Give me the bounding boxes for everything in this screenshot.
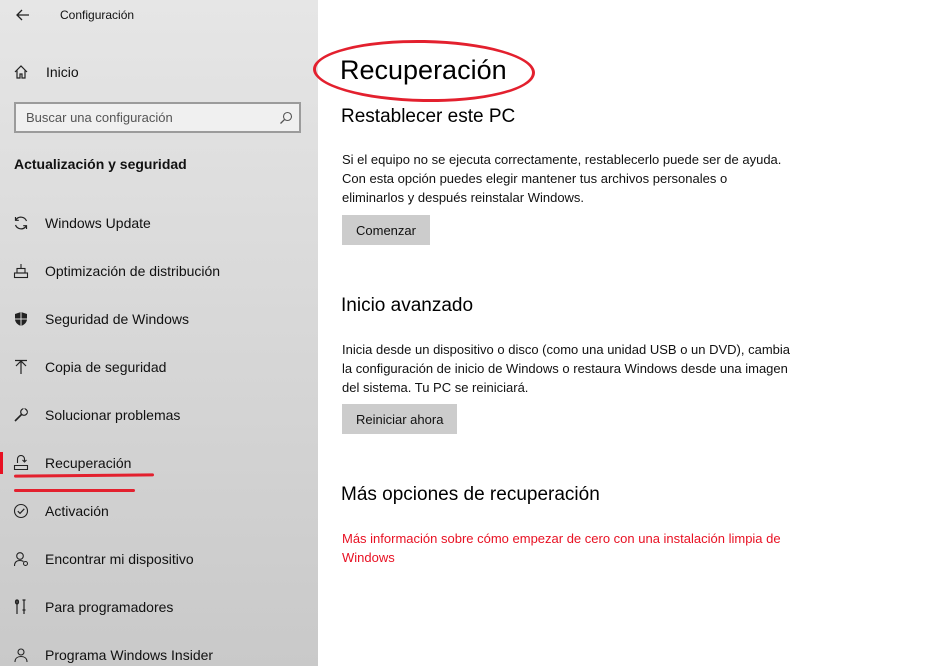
start-reset-button[interactable]: Comenzar bbox=[342, 215, 430, 245]
sidebar-item-label: Para programadores bbox=[45, 599, 174, 615]
sidebar-item-label: Recuperación bbox=[45, 455, 132, 471]
sync-icon bbox=[12, 214, 30, 232]
sidebar-item-label: Encontrar mi dispositivo bbox=[45, 551, 194, 567]
search-input[interactable] bbox=[16, 104, 275, 131]
developer-tools-icon bbox=[12, 598, 30, 616]
sidebar-item-label: Optimización de distribución bbox=[45, 263, 221, 279]
restart-now-button[interactable]: Reiniciar ahora bbox=[342, 404, 458, 434]
advanced-startup-heading: Inicio avanzado bbox=[341, 295, 474, 316]
upload-arrow-icon bbox=[12, 358, 30, 376]
home-icon bbox=[12, 63, 30, 81]
reset-heading: Restablecer este PC bbox=[341, 106, 516, 127]
search-box[interactable] bbox=[14, 102, 301, 133]
sidebar-item-troubleshoot[interactable]: Solucionar problemas bbox=[0, 398, 318, 432]
sidebar-item-windows-insider[interactable]: Programa Windows Insider bbox=[0, 638, 318, 666]
sidebar-item-delivery-optimization[interactable]: Optimización de distribución bbox=[0, 254, 318, 288]
delivery-optimization-icon bbox=[12, 262, 30, 280]
recovery-icon bbox=[12, 454, 30, 472]
sidebar-item-label: Inicio bbox=[46, 64, 79, 80]
check-circle-icon bbox=[12, 502, 30, 520]
clean-install-info-link[interactable]: Más información sobre cómo empezar de ce… bbox=[342, 529, 782, 567]
insider-icon bbox=[12, 646, 30, 664]
sidebar-item-label: Seguridad de Windows bbox=[45, 311, 189, 327]
more-options-heading: Más opciones de recuperación bbox=[341, 484, 600, 505]
sidebar: Configuración Inicio Actualización y seg… bbox=[0, 0, 318, 666]
sidebar-item-home[interactable]: Inicio bbox=[0, 58, 318, 86]
selection-indicator bbox=[0, 452, 3, 474]
app-title: Configuración bbox=[60, 8, 135, 22]
main-content: Recuperación Restablecer este PC Si el e… bbox=[312, 0, 944, 666]
sidebar-item-label: Programa Windows Insider bbox=[45, 647, 214, 663]
page-title: Recuperación bbox=[340, 55, 507, 85]
sidebar-item-for-developers[interactable]: Para programadores bbox=[0, 590, 318, 624]
sidebar-item-find-my-device[interactable]: Encontrar mi dispositivo bbox=[0, 542, 318, 576]
search-icon[interactable] bbox=[275, 107, 297, 129]
back-button[interactable] bbox=[9, 2, 37, 28]
sidebar-item-windows-security[interactable]: Seguridad de Windows bbox=[0, 302, 318, 336]
sidebar-item-activation[interactable]: Activación bbox=[0, 494, 318, 528]
sidebar-item-windows-update[interactable]: Windows Update bbox=[0, 206, 318, 240]
sidebar-item-label: Activación bbox=[45, 503, 109, 519]
sidebar-item-backup[interactable]: Copia de seguridad bbox=[0, 350, 318, 384]
sidebar-item-label: Solucionar problemas bbox=[45, 407, 181, 423]
section-title: Actualización y seguridad bbox=[14, 156, 187, 172]
sidebar-item-label: Copia de seguridad bbox=[45, 359, 167, 375]
wrench-icon bbox=[12, 406, 30, 424]
annotation-underline bbox=[14, 489, 135, 492]
shield-icon bbox=[12, 310, 30, 328]
back-arrow-icon bbox=[16, 9, 29, 21]
advanced-startup-description: Inicia desde un dispositivo o disco (com… bbox=[342, 342, 791, 395]
reset-description: Si el equipo no se ejecuta correctamente… bbox=[342, 152, 782, 205]
person-pin-icon bbox=[12, 550, 30, 568]
sidebar-item-label: Windows Update bbox=[45, 215, 151, 231]
